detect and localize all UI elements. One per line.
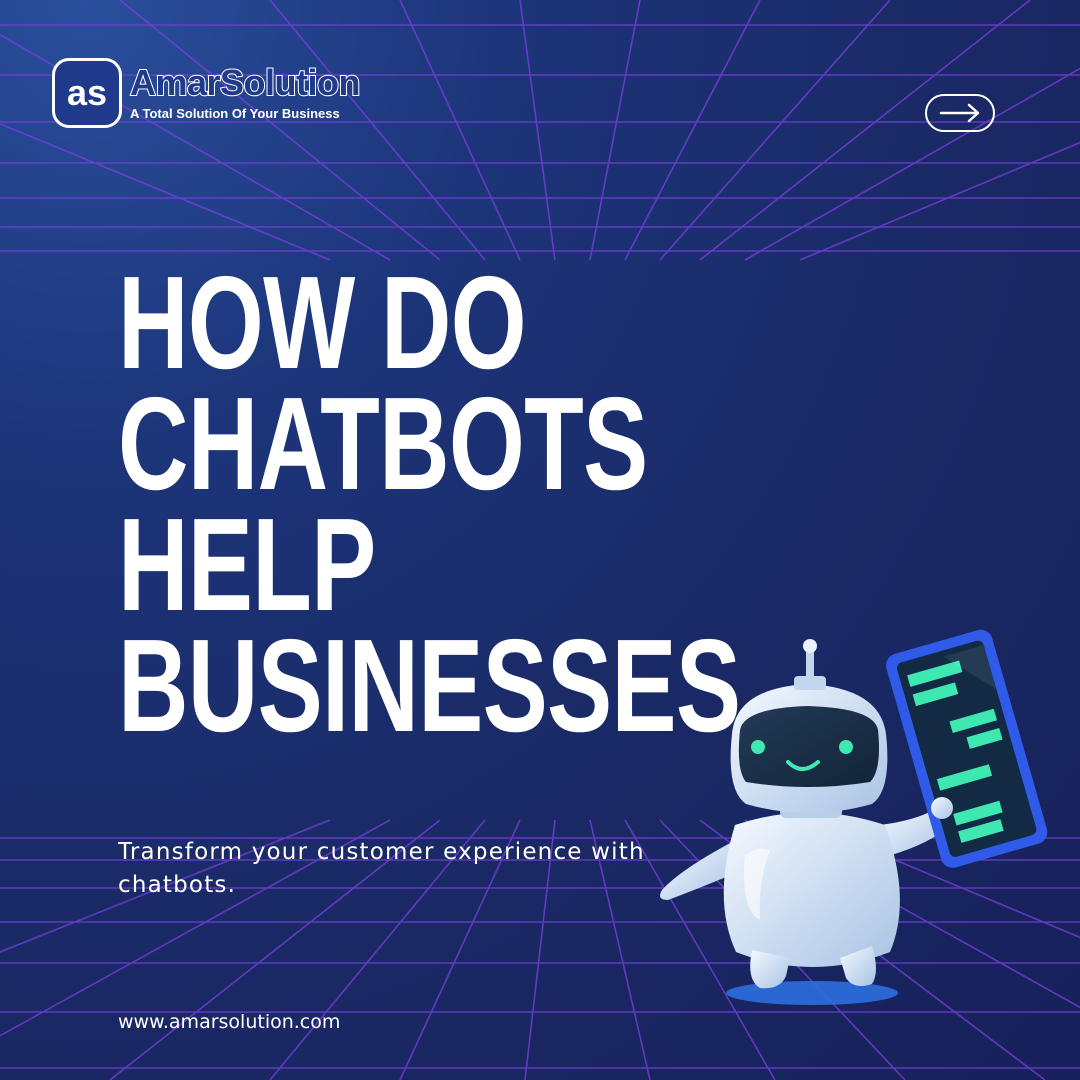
next-button[interactable]	[925, 94, 995, 132]
robot-right-eye	[839, 740, 853, 754]
logo-badge-icon: as	[52, 58, 122, 128]
robot-shadow	[726, 981, 898, 1005]
headline-line: BUSINESSES	[118, 612, 741, 759]
brand-tagline: A Total Solution Of Your Business	[130, 106, 340, 121]
brand-name: AmarSolution	[129, 61, 362, 104]
robot-antenna	[803, 639, 817, 653]
robot-left-eye	[751, 740, 765, 754]
robot-illustration	[660, 629, 1048, 1005]
logo-mark: as	[67, 72, 107, 113]
subtitle: Transform your customer experience with …	[118, 839, 645, 898]
headline-line: HOW DO	[118, 249, 527, 396]
headline-line: HELP	[118, 491, 376, 638]
social-post: as AmarSolution A Total Solution Of Your…	[0, 0, 1080, 1080]
headline-line: CHATBOTS	[118, 370, 648, 517]
website-link[interactable]: www.amarsolution.com	[118, 1011, 340, 1033]
arrow-right-icon	[939, 103, 980, 123]
